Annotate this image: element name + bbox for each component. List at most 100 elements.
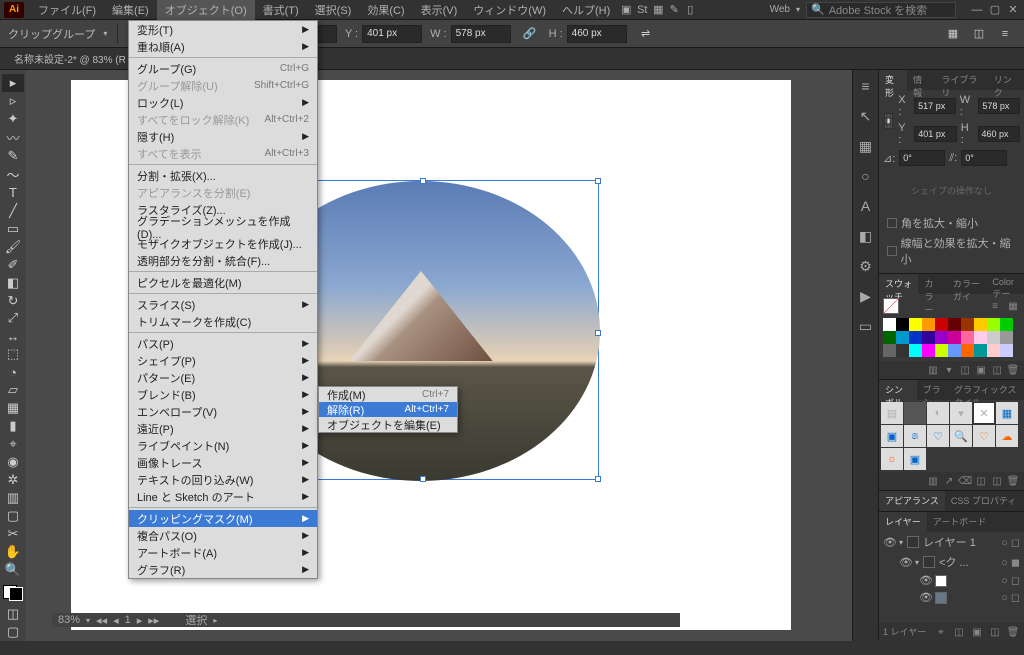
symbol-item[interactable]	[904, 402, 926, 424]
zoom-tool[interactable]: 🔍	[2, 561, 24, 579]
swatch[interactable]	[961, 344, 974, 357]
visibility-toggle[interactable]: 👁	[919, 574, 931, 587]
panel-x-input[interactable]: 517 px	[914, 98, 956, 114]
menu-item[interactable]: トリムマークを作成(C)	[129, 313, 317, 330]
tab-color[interactable]: カラー	[918, 274, 946, 294]
slice-tool[interactable]: ✂	[2, 525, 24, 543]
menu-item[interactable]: パス(P)▶	[129, 335, 317, 352]
menu-item[interactable]: 複合パス(O)▶	[129, 527, 317, 544]
nav-prev-icon[interactable]: ◂◂	[96, 614, 107, 627]
lasso-tool[interactable]: 〰	[2, 128, 24, 147]
menu-item[interactable]: ロック(L)▶	[129, 94, 317, 111]
tab-layers[interactable]: レイヤー	[879, 512, 927, 532]
bridge-icon[interactable]: ▣	[618, 2, 634, 18]
swatch[interactable]	[987, 318, 1000, 331]
menu-item[interactable]: クリッピングマスク(M)▶	[129, 510, 317, 527]
artboard-tool[interactable]: ▢	[2, 507, 24, 525]
trash-icon[interactable]: 🗑	[1006, 625, 1020, 639]
color-picker[interactable]	[3, 585, 23, 601]
layer-name[interactable]: <ク ...	[939, 554, 969, 570]
symbol-trash-icon[interactable]: 🗑	[1006, 474, 1020, 488]
symbol-item[interactable]: ♡	[973, 425, 995, 447]
tab-library[interactable]: ライブラリ	[935, 70, 987, 90]
selection-tool[interactable]: ▸	[2, 74, 24, 92]
stock-search[interactable]: 🔍 Adobe Stock を検索	[806, 2, 956, 18]
ref-point-panel[interactable]	[884, 113, 893, 129]
layer-row[interactable]: 👁 ○ ◻	[879, 589, 1024, 606]
menu-item[interactable]: 画像トレース▶	[129, 454, 317, 471]
swatch[interactable]	[909, 344, 922, 357]
free-transform-tool[interactable]: ⬚	[2, 345, 24, 363]
swatch[interactable]	[974, 331, 987, 344]
swatch[interactable]	[935, 331, 948, 344]
w-input[interactable]: 578 px	[451, 25, 511, 43]
swatch[interactable]	[974, 344, 987, 357]
swatch[interactable]	[974, 318, 987, 331]
symbol-item[interactable]: 🔍	[950, 425, 972, 447]
symbol-item[interactable]: ▣	[881, 425, 903, 447]
scale-tool[interactable]: ⤢	[2, 309, 24, 327]
panel-w-input[interactable]: 578 px	[978, 98, 1020, 114]
swatch[interactable]	[896, 318, 909, 331]
object-type-dropdown-icon[interactable]: ▾	[103, 29, 107, 38]
menu-item[interactable]: Line と Sketch のアート▶	[129, 488, 317, 505]
layer-row[interactable]: 👁 ▾ レイヤー 1 ○ ◻	[879, 532, 1024, 552]
tab-brushes[interactable]: ブラシ	[917, 380, 948, 400]
menu-item[interactable]: ライブペイント(N)▶	[129, 437, 317, 454]
zoom-value[interactable]: 83%	[58, 614, 80, 626]
mesh-tool[interactable]: ▦	[2, 399, 24, 417]
menu-item[interactable]: エンベロープ(V)▶	[129, 403, 317, 420]
menu-type[interactable]: 書式(T)	[255, 0, 307, 20]
tab-css[interactable]: CSS プロパティ	[945, 491, 1022, 511]
menu-file[interactable]: ファイル(F)	[30, 0, 104, 20]
transform-panel-icon[interactable]: ▦	[856, 136, 876, 156]
symbol-item[interactable]: ☼	[881, 448, 903, 470]
doc-icon[interactable]: ▯	[682, 2, 698, 18]
menu-item[interactable]: 透明部分を分割・統合(F)...	[129, 252, 317, 269]
symbol-tool[interactable]: ✲	[2, 471, 24, 489]
shaper-tool[interactable]: ✐	[2, 256, 24, 274]
tab-info[interactable]: 情報	[907, 70, 935, 90]
visibility-toggle[interactable]: 👁	[919, 591, 931, 604]
curvature-tool[interactable]: 〜	[2, 165, 24, 184]
symbol-item[interactable]: ☁	[996, 425, 1018, 447]
tab-artboards[interactable]: アートボード	[927, 512, 992, 532]
pref-icon[interactable]: ✎	[666, 2, 682, 18]
nav-next-icon[interactable]: ▸▸	[148, 614, 159, 627]
symbol-new-icon[interactable]: ◫	[990, 474, 1004, 488]
swatch-view-icon[interactable]: ≡	[988, 299, 1002, 313]
swatch[interactable]	[922, 344, 935, 357]
swatch-menu-icon[interactable]: ▾	[942, 363, 956, 377]
shape-builder-tool[interactable]: ◔	[2, 363, 24, 381]
swatch[interactable]	[922, 318, 935, 331]
menu-item[interactable]: 分割・拡張(X)...	[129, 167, 317, 184]
scale-corners-checkbox[interactable]	[887, 218, 897, 228]
symbol-item[interactable]: ▤	[881, 402, 903, 424]
artboard-nav[interactable]: 1	[125, 614, 131, 626]
nav-prev1-icon[interactable]: ◂	[113, 614, 119, 627]
blend-tool[interactable]: ◉	[2, 453, 24, 471]
st-icon[interactable]: St	[634, 2, 650, 18]
magic-wand-tool[interactable]: ✦	[2, 110, 24, 128]
symbol-item[interactable]: ෧	[904, 425, 926, 447]
swatch[interactable]	[883, 344, 896, 357]
tab-colorguide[interactable]: カラーガイ	[947, 274, 986, 294]
menu-item[interactable]: 隠す(H)▶	[129, 128, 317, 145]
menu-help[interactable]: ヘルプ(H)	[554, 0, 618, 20]
new-sublayer-icon[interactable]: ▣	[970, 625, 984, 639]
swatch[interactable]	[961, 318, 974, 331]
panel-y-input[interactable]: 401 px	[914, 126, 956, 142]
menu-view[interactable]: 表示(V)	[413, 0, 466, 20]
maximize-button[interactable]: ▢	[988, 4, 1002, 16]
close-button[interactable]: ✕	[1006, 4, 1020, 16]
tab-gstyles[interactable]: グラフィックスタイル	[948, 380, 1024, 400]
symbol-item[interactable]: ✕	[973, 402, 995, 424]
menu-window[interactable]: ウィンドウ(W)	[465, 0, 554, 20]
nav-next1-icon[interactable]: ▸	[137, 614, 143, 627]
stroke-panel-icon[interactable]: ○	[856, 166, 876, 186]
play-icon[interactable]: ▶	[856, 286, 876, 306]
layer-row[interactable]: 👁 ○ ◻	[879, 572, 1024, 589]
submenu-item[interactable]: 作成(M)Ctrl+7	[319, 387, 457, 402]
menu-select[interactable]: 選択(S)	[307, 0, 360, 20]
swatch[interactable]	[935, 344, 948, 357]
